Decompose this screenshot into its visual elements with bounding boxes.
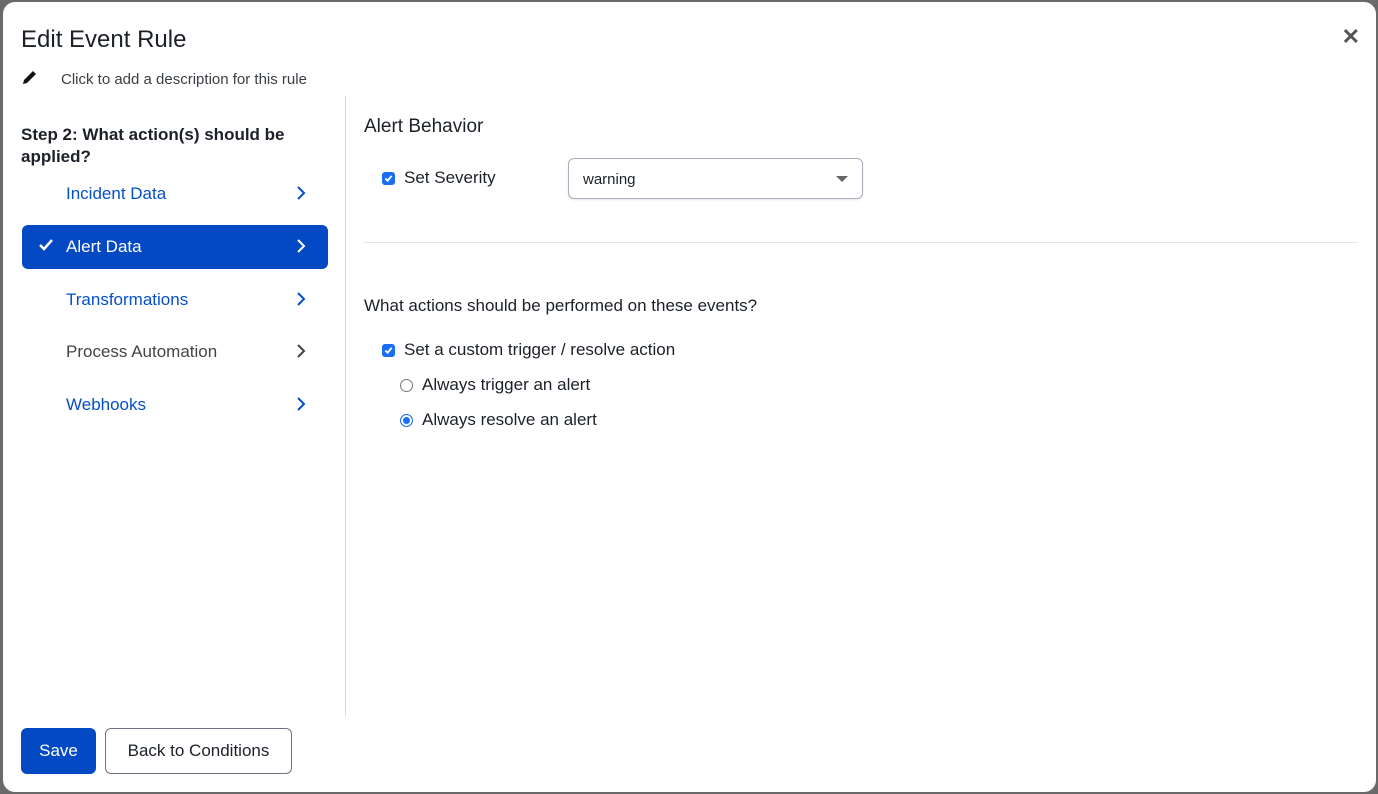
sidebar-item-label: Transformations bbox=[66, 290, 189, 309]
divider bbox=[364, 242, 1358, 243]
modal-title: Edit Event Rule bbox=[21, 26, 187, 53]
chevron-right-icon bbox=[297, 344, 306, 358]
sidebar-item-label: Alert Data bbox=[66, 237, 142, 256]
custom-action-row: Set a custom trigger / resolve action bbox=[382, 340, 675, 360]
description-placeholder: Click to add a description for this rule bbox=[61, 70, 307, 88]
check-icon bbox=[39, 239, 53, 251]
sidebar-item-label: Process Automation bbox=[66, 342, 218, 361]
chevron-right-icon bbox=[297, 397, 306, 411]
sidebar-item-alert-data[interactable]: Alert Data bbox=[22, 225, 328, 269]
chevron-right-icon bbox=[297, 186, 306, 200]
sidebar-item-transformations[interactable]: Transformations bbox=[22, 278, 328, 322]
chevron-right-icon bbox=[297, 292, 306, 306]
sidebar-item-webhooks[interactable]: Webhooks bbox=[22, 383, 328, 427]
actions-question: What actions should be performed on thes… bbox=[364, 296, 758, 315]
steps-sidebar: Step 2: What action(s) should be applied… bbox=[3, 96, 346, 716]
severity-select[interactable]: warning bbox=[568, 158, 863, 199]
save-button[interactable]: Save bbox=[21, 728, 96, 774]
back-to-conditions-button[interactable]: Back to Conditions bbox=[105, 728, 292, 774]
description-editor[interactable]: Click to add a description for this rule bbox=[21, 68, 307, 90]
sidebar-item-process-automation[interactable]: Process Automation bbox=[22, 330, 328, 374]
custom-action-checkbox[interactable] bbox=[382, 343, 395, 357]
custom-action-label: Set a custom trigger / resolve action bbox=[404, 340, 676, 359]
sidebar-item-incident-data[interactable]: Incident Data bbox=[22, 172, 328, 216]
radio-always-trigger[interactable]: Always trigger an alert bbox=[400, 375, 590, 395]
radio-button[interactable] bbox=[400, 378, 413, 392]
chevron-right-icon bbox=[297, 239, 306, 253]
radio-button[interactable] bbox=[400, 413, 413, 427]
caret-down-icon bbox=[836, 176, 848, 182]
pencil-icon bbox=[21, 68, 45, 90]
radio-always-resolve[interactable]: Always resolve an alert bbox=[400, 410, 597, 430]
set-severity-label: Set Severity bbox=[404, 168, 496, 187]
set-severity-checkbox[interactable] bbox=[382, 171, 395, 185]
edit-event-rule-modal: Edit Event Rule ✕ Click to add a descrip… bbox=[3, 2, 1376, 792]
severity-value: warning bbox=[583, 171, 636, 188]
step-heading: Step 2: What action(s) should be applied… bbox=[21, 125, 285, 166]
sidebar-item-label: Webhooks bbox=[66, 395, 147, 414]
sidebar-item-label: Incident Data bbox=[66, 184, 167, 203]
close-icon[interactable]: ✕ bbox=[1342, 24, 1360, 50]
section-title: Alert Behavior bbox=[364, 116, 484, 137]
radio-label: Always resolve an alert bbox=[422, 410, 597, 429]
set-severity-row: Set Severity bbox=[382, 168, 496, 188]
radio-label: Always trigger an alert bbox=[422, 375, 591, 394]
